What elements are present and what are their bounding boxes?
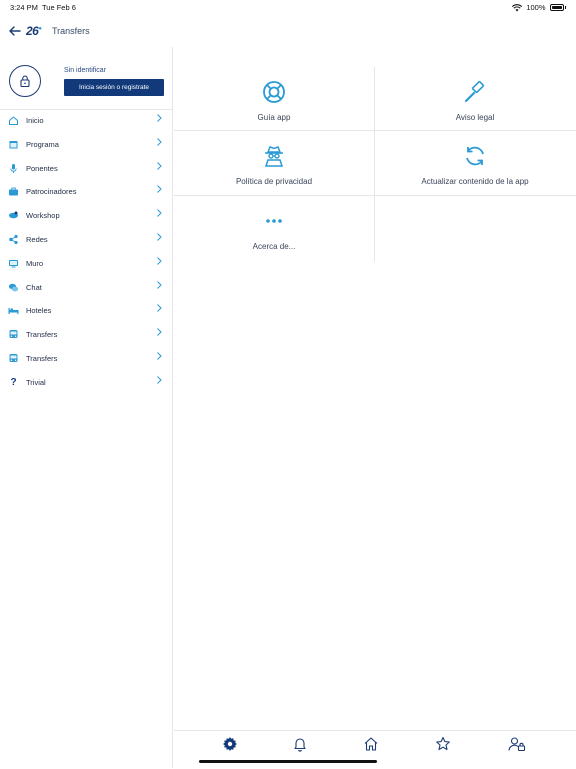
status-time: 3:24 PM [10,3,38,12]
monitor-icon [8,258,19,269]
tile-acerca-de[interactable]: Acerca de... [174,196,374,260]
tile-label: Aviso legal [455,113,495,122]
lifebuoy-icon [261,79,287,105]
login-status: Sin identificar [64,67,107,74]
logo-number: 26 [26,24,39,38]
gear-icon[interactable] [222,736,238,752]
sidebar-item-label: Muro [26,258,44,268]
sidebar-item-hoteles[interactable]: Hoteles [0,299,173,323]
battery-percent: 100% [526,3,546,12]
spy-icon [261,143,287,169]
tile-politica-privacidad[interactable]: Política de privacidad [174,131,374,195]
sidebar-item-muro[interactable]: Muro [0,252,173,276]
tile-actualizar-contenido[interactable]: Actualizar contenido de la app [375,131,575,195]
chevron-right-icon [157,114,162,122]
back-arrow-icon[interactable] [8,24,22,38]
refresh-icon [462,143,488,169]
logo-mark: ● [38,26,42,32]
app-logo: 26● [26,24,42,38]
lock-icon [20,75,30,88]
tile-aviso-legal[interactable]: Aviso legal [375,67,575,131]
sidebar-item-inicio[interactable]: Inicio [0,109,173,133]
sidebar-item-chat[interactable]: Chat [0,276,173,300]
sidebar-item-label: Hoteles [26,306,52,316]
sidebar-item-ponentes[interactable]: Ponentes [0,157,173,181]
login-button[interactable]: Inicia sesión o registrate [64,79,164,96]
chevron-right-icon [157,137,162,146]
star-icon[interactable] [435,736,451,752]
sidebar-item-label: Ponentes [26,163,58,173]
sidebar-item-label: Inicio [26,116,44,125]
sidebar-menu: Inicio Programa Ponentes Patrocinadores … [0,109,173,395]
sidebar-item-label: Redes [26,234,48,244]
sidebar-item-label: Patrocinadores [26,187,77,197]
user-lock-icon[interactable] [508,736,526,752]
status-bar: 3:24 PM Tue Feb 6 100% [0,0,576,14]
sidebar-item-label: Trivial [26,377,46,387]
home-icon [8,115,19,126]
status-date: Tue Feb 6 [42,3,76,12]
sidebar-item-patrocinadores[interactable]: Patrocinadores [0,180,173,204]
bell-icon[interactable] [292,736,308,752]
tile-label: Actualizar contenido de la app [421,177,529,186]
workshop-icon [8,210,19,221]
chevron-right-icon [157,161,162,170]
sidebar-item-label: Workshop [26,211,60,221]
battery-icon [549,4,564,11]
sidebar-item-transfers[interactable]: Transfers [0,323,173,347]
tab-bar [174,730,576,769]
wifi-icon [512,3,523,11]
chevron-right-icon [157,304,162,313]
bus-icon [8,353,19,364]
status-indicators: 100% [512,3,566,12]
lock-avatar[interactable] [9,65,41,97]
calendar-icon [8,139,19,150]
home-indicator [199,760,377,763]
navigation-bar: 26● Transfers [0,18,576,44]
sidebar: Sin identificar Inicia sesión o registra… [0,47,173,768]
network-icon [8,234,19,245]
chevron-right-icon [157,280,162,289]
sidebar-item-transfers-2[interactable]: Transfers [0,347,173,371]
chat-icon [8,282,19,293]
page-title: Transfers [52,26,90,36]
bed-icon [8,305,19,316]
tile-guia-app[interactable]: Guía app [174,67,374,131]
sidebar-item-label: Transfers [26,330,58,340]
more-dots-icon [261,208,287,234]
sidebar-item-redes[interactable]: Redes [0,228,173,252]
profile-section: Sin identificar Inicia sesión o registra… [0,47,173,110]
bus-icon [8,329,19,340]
sidebar-item-label: Transfers [26,353,58,363]
sidebar-item-programa[interactable]: Programa [0,133,173,157]
chevron-right-icon [157,375,162,384]
sidebar-item-trivial[interactable]: ? Trivial [0,371,173,395]
battery-tip [564,6,566,9]
chevron-right-icon [157,185,162,194]
sidebar-item-label: Chat [26,282,42,292]
briefcase-icon [8,186,19,197]
sidebar-item-workshop[interactable]: Workshop [0,204,173,228]
tile-label: Guía app [257,113,291,122]
gavel-icon [462,79,488,105]
home-icon[interactable] [363,736,379,752]
chevron-right-icon [157,352,162,360]
tile-label: Acerca de... [252,242,296,251]
sidebar-item-label: Programa [26,139,59,149]
chevron-right-icon [157,256,162,265]
question-icon: ? [10,376,17,388]
chevron-right-icon [157,209,162,218]
chevron-right-icon [157,328,162,337]
chevron-right-icon [157,233,162,241]
microphone-icon [8,163,19,174]
tile-label: Política de privacidad [235,177,313,186]
